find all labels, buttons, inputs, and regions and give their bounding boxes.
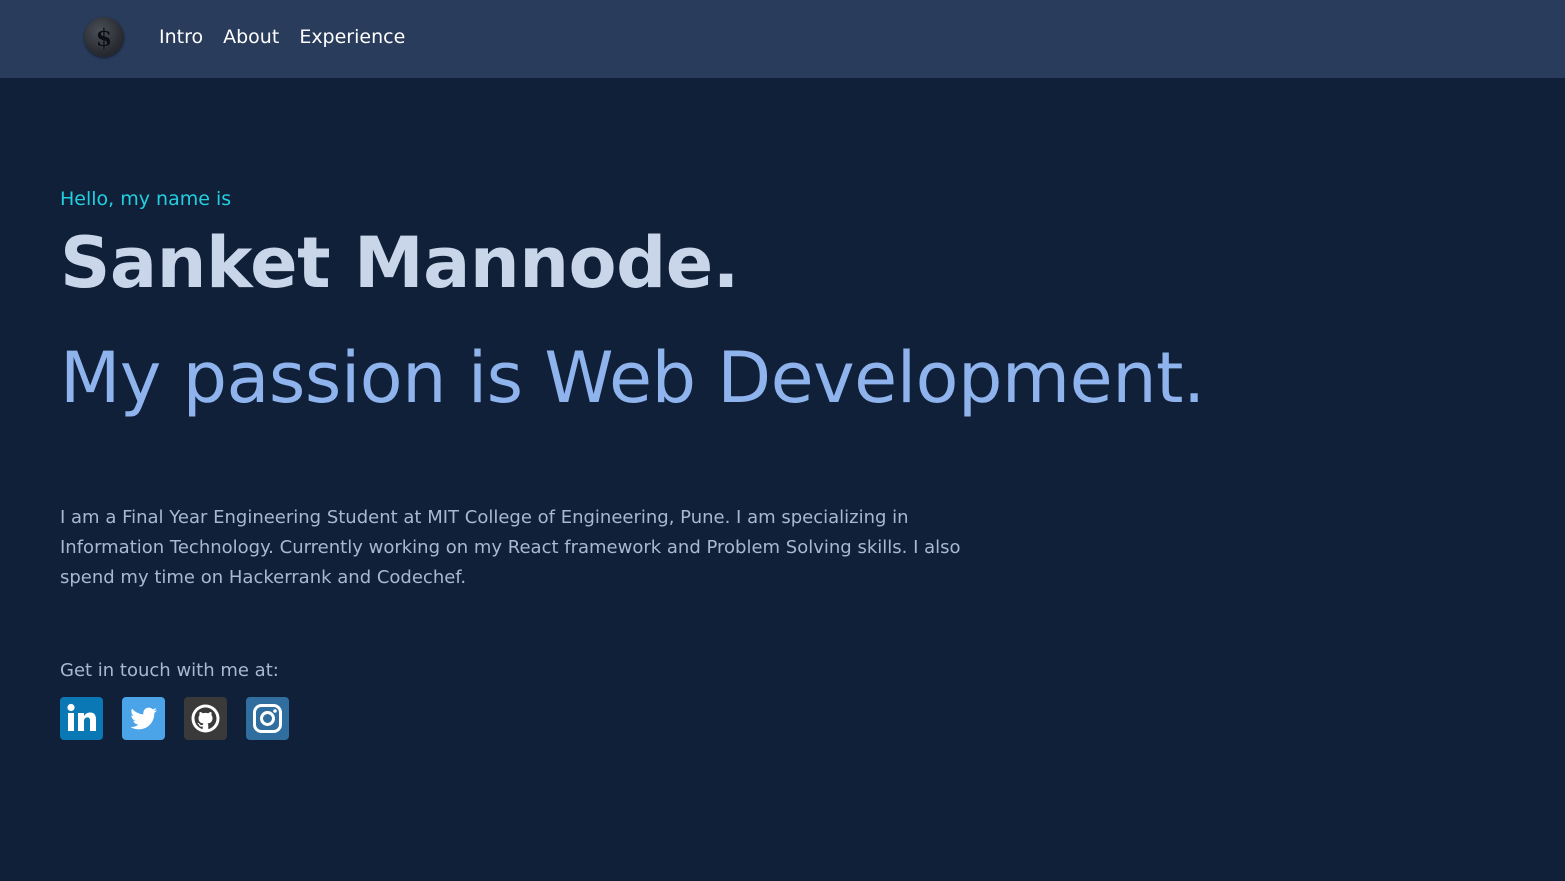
linkedin-icon — [67, 703, 96, 731]
twitter-link[interactable] — [122, 697, 165, 740]
bio-text: I am a Final Year Engineering Student at… — [60, 507, 961, 588]
logo-glyph: $ — [95, 22, 113, 52]
greeting-text: Hello, my name is — [60, 188, 232, 210]
nav-link-experience[interactable]: Experience — [299, 24, 405, 50]
instagram-link[interactable] — [246, 697, 289, 740]
logo-icon[interactable]: $ — [84, 17, 124, 57]
twitter-icon — [130, 707, 157, 730]
contact-label: Get in touch with me at: — [60, 660, 279, 681]
nav-links: Intro About Experience — [159, 24, 405, 50]
github-link[interactable] — [184, 697, 227, 740]
linkedin-link[interactable] — [60, 697, 103, 740]
github-icon — [191, 704, 220, 733]
navbar: $ Intro About Experience — [0, 0, 1565, 78]
instagram-icon — [253, 704, 282, 733]
hero-name: Sanket Mannode. — [60, 222, 739, 304]
nav-link-intro[interactable]: Intro — [159, 24, 203, 50]
hero-tagline: My passion is Web Development. — [60, 337, 1205, 419]
social-links — [60, 697, 289, 740]
nav-link-about[interactable]: About — [223, 24, 279, 50]
